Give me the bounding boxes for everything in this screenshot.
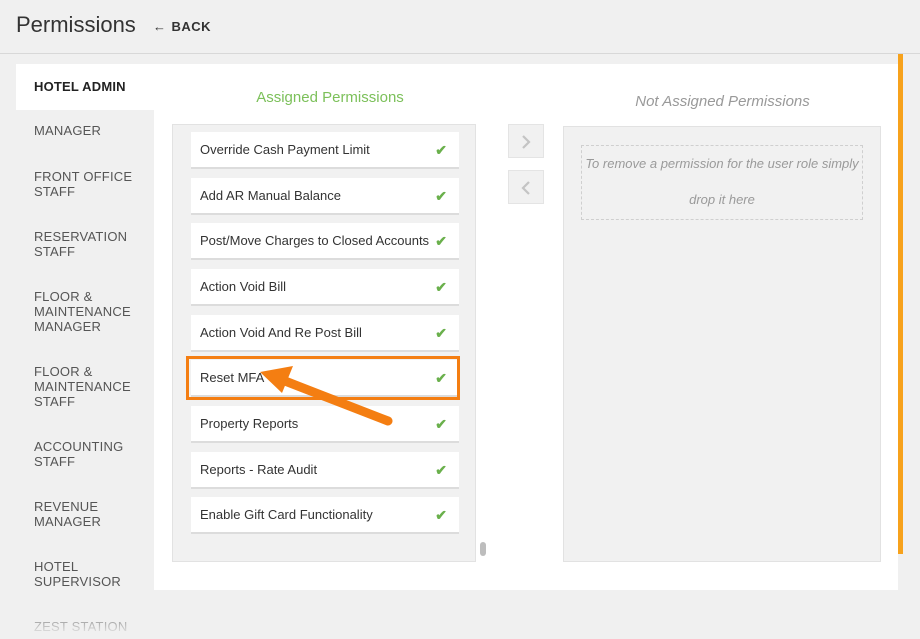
page-title: Permissions [16, 12, 136, 37]
sidebar-item-hotel-admin[interactable]: HOTEL ADMIN [16, 64, 154, 110]
sidebar-item-label: FLOOR & [34, 364, 93, 379]
not-assigned-permissions-heading: Not Assigned Permissions [635, 93, 810, 110]
sidebar-item-floor-maintenance-manager[interactable]: FLOOR & MAINTENANCE MANAGER [16, 289, 154, 334]
not-assigned-permissions-list[interactable]: To remove a permission for the user role… [563, 126, 881, 562]
check-icon: ✔ [435, 370, 447, 386]
sidebar-item-label: MANAGER [34, 319, 102, 334]
check-icon: ✔ [435, 462, 447, 478]
sidebar-item-label: ZEST STATION [34, 619, 128, 634]
permission-label: Reports - Rate Audit [200, 462, 318, 477]
permission-item[interactable]: Reports - Rate Audit ✔ [191, 452, 459, 489]
check-icon: ✔ [435, 416, 447, 432]
sidebar-item-reservation-staff[interactable]: RESERVATION STAFF [16, 229, 154, 259]
assigned-permissions-list[interactable]: Override Cash Payment Limit ✔ Add AR Man… [172, 124, 476, 562]
chevron-right-icon [522, 135, 531, 149]
sidebar-item-label: MAINTENANCE [34, 379, 131, 394]
permission-label: Property Reports [200, 416, 299, 431]
sidebar-item-label: STAFF [34, 244, 76, 259]
sidebar-item-label: RESERVATION [34, 229, 128, 244]
sidebar-item-manager[interactable]: MANAGER [16, 123, 154, 138]
move-right-button[interactable] [508, 124, 544, 158]
permission-label: Enable Gift Card Functionality [200, 507, 373, 522]
sidebar-item-front-office-staff[interactable]: FRONT OFFICE STAFF [16, 169, 154, 199]
permission-label: Action Void And Re Post Bill [200, 325, 362, 340]
check-icon: ✔ [435, 279, 447, 295]
check-icon: ✔ [435, 507, 447, 523]
sidebar-item-floor-maintenance-staff[interactable]: FLOOR & MAINTENANCE STAFF [16, 364, 154, 409]
back-button[interactable]: ← BACK [153, 19, 211, 34]
permission-item[interactable]: Property Reports ✔ [191, 406, 459, 443]
move-left-button[interactable] [508, 170, 544, 204]
assigned-permissions-heading: Assigned Permissions [256, 89, 404, 106]
permission-item[interactable]: Post/Move Charges to Closed Accounts ✔ [191, 223, 459, 260]
sidebar-item-label: MAINTENANCE [34, 304, 131, 319]
assigned-list-scrollbar[interactable] [480, 542, 486, 556]
check-icon: ✔ [435, 325, 447, 341]
permission-item[interactable]: Override Cash Payment Limit ✔ [191, 132, 459, 169]
sidebar-item-label: SUPERVISOR [34, 574, 122, 589]
permission-item[interactable]: Action Void And Re Post Bill ✔ [191, 315, 459, 352]
drop-hint-line1: To remove a permission for the user role… [585, 156, 859, 171]
sidebar-item-label: MANAGER [34, 123, 102, 138]
permission-item-reset-mfa[interactable]: Reset MFA ✔ [191, 360, 459, 397]
permission-item[interactable]: Action Void Bill ✔ [191, 269, 459, 306]
sidebar-item-revenue-manager[interactable]: REVENUE MANAGER [16, 499, 154, 529]
sidebar-item-label: FRONT OFFICE [34, 169, 133, 184]
drop-zone[interactable]: To remove a permission for the user role… [581, 145, 863, 220]
sidebar-item-label: HOTEL ADMIN [34, 79, 126, 94]
sidebar-item-label: STAFF [34, 184, 76, 199]
sidebar-item-label: ACCOUNTING [34, 439, 124, 454]
chevron-left-icon [521, 181, 530, 195]
sidebar-item-accounting-staff[interactable]: ACCOUNTING STAFF [16, 439, 154, 469]
permission-label: Add AR Manual Balance [200, 188, 341, 203]
sidebar-item-label: STAFF [34, 454, 76, 469]
sidebar-item-label: STAFF [34, 394, 76, 409]
back-label: BACK [171, 19, 212, 34]
sidebar-item-label: FLOOR & [34, 289, 93, 304]
sidebar-item-label: REVENUE [34, 499, 99, 514]
permission-label: Action Void Bill [200, 279, 286, 294]
drop-hint-line2: drop it here [689, 192, 755, 207]
permission-item[interactable]: Enable Gift Card Functionality ✔ [191, 497, 459, 534]
permission-label: Override Cash Payment Limit [200, 142, 370, 157]
sidebar-item-hotel-supervisor[interactable]: HOTEL SUPERVISOR [16, 559, 154, 589]
sidebar-item-label: MANAGER [34, 514, 102, 529]
sidebar-item-zest-station[interactable]: ZEST STATION [16, 619, 154, 634]
permission-label: Post/Move Charges to Closed Accounts [200, 233, 430, 248]
permission-item[interactable]: Add AR Manual Balance ✔ [191, 178, 459, 215]
check-icon: ✔ [435, 142, 447, 158]
page-header: Permissions ← BACK [0, 0, 920, 54]
check-icon: ✔ [435, 233, 447, 249]
check-icon: ✔ [435, 188, 447, 204]
accent-bar [898, 54, 903, 554]
sidebar-item-label: HOTEL [34, 559, 79, 574]
back-arrow-icon: ← [153, 19, 167, 34]
permission-label: Reset MFA [200, 370, 265, 385]
